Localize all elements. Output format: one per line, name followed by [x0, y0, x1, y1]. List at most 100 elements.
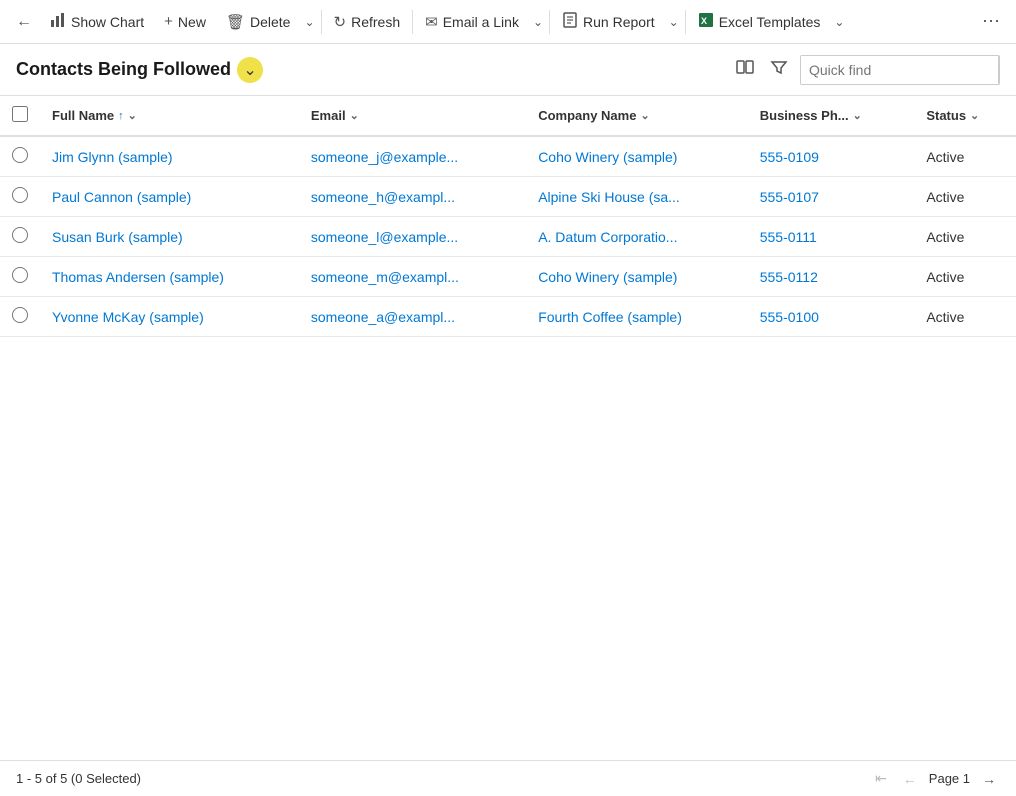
business-phone-link[interactable]: 555-0112	[760, 269, 818, 285]
excel-templates-label: Excel Templates	[719, 14, 821, 30]
divider-1	[321, 10, 322, 34]
table-row: Jim Glynn (sample) someone_j@example... …	[0, 136, 1016, 177]
trash-icon: 🗑	[226, 13, 245, 31]
row-status: Active	[914, 136, 1016, 177]
row-business-phone: 555-0111	[748, 217, 915, 257]
email-link[interactable]: someone_m@exampl...	[311, 269, 459, 285]
refresh-button[interactable]: ↻ Refresh	[324, 7, 411, 37]
business-phone-link[interactable]: 555-0107	[760, 189, 819, 205]
email-link[interactable]: someone_h@exampl...	[311, 189, 455, 205]
pager-first-button[interactable]: ⇤	[871, 768, 891, 789]
show-chart-label: Show Chart	[71, 14, 144, 30]
row-company-name: Coho Winery (sample)	[526, 136, 748, 177]
select-all-col	[0, 96, 40, 136]
excel-templates-button[interactable]: X Excel Templates	[688, 6, 831, 38]
col-status: Status ⌄	[914, 96, 1016, 136]
run-report-dropdown-button[interactable]: ⌄	[665, 9, 683, 35]
col-full-name: Full Name ↑ ⌄	[40, 96, 299, 136]
business-phone-link[interactable]: 555-0111	[760, 229, 817, 245]
row-radio[interactable]	[12, 147, 28, 163]
pager-next-button[interactable]: →	[978, 769, 1000, 789]
company-name-link[interactable]: Coho Winery (sample)	[538, 269, 677, 285]
row-radio[interactable]	[12, 267, 28, 283]
email-link[interactable]: someone_l@example...	[311, 229, 458, 245]
full-name-link[interactable]: Jim Glynn (sample)	[52, 149, 173, 165]
sort-asc-icon[interactable]: ↑	[118, 110, 124, 122]
company-name-link[interactable]: Alpine Ski House (sa...	[538, 189, 680, 205]
company-name-link[interactable]: Coho Winery (sample)	[538, 149, 677, 165]
record-info: 1 - 5 of 5 (0 Selected)	[16, 771, 141, 786]
row-business-phone: 555-0100	[748, 297, 915, 337]
quick-find-input[interactable]	[801, 56, 998, 84]
header-icons: 🔍	[732, 54, 1000, 85]
view-title-chevron[interactable]: ⌄	[237, 57, 263, 83]
excel-dropdown-button[interactable]: ⌄	[830, 9, 848, 35]
row-email: someone_h@exampl...	[299, 177, 526, 217]
delete-dropdown-button[interactable]: ⌄	[300, 9, 318, 35]
col-status-chevron[interactable]: ⌄	[970, 109, 979, 122]
col-company-name-chevron[interactable]: ⌄	[640, 109, 649, 122]
refresh-icon: ↻	[334, 13, 347, 31]
row-company-name: Alpine Ski House (sa...	[526, 177, 748, 217]
divider-3	[549, 10, 550, 34]
business-phone-link[interactable]: 555-0100	[760, 309, 819, 325]
plus-icon: +	[164, 13, 173, 30]
row-status: Active	[914, 217, 1016, 257]
table-header-row: Full Name ↑ ⌄ Email ⌄ Company Name ⌄	[0, 96, 1016, 136]
company-name-link[interactable]: A. Datum Corporatio...	[538, 229, 677, 245]
row-status: Active	[914, 257, 1016, 297]
row-check-col	[0, 217, 40, 257]
run-report-button[interactable]: Run Report	[552, 6, 665, 38]
business-phone-link[interactable]: 555-0109	[760, 149, 819, 165]
col-full-name-chevron[interactable]: ⌄	[128, 109, 137, 122]
svg-text:X: X	[701, 16, 707, 26]
pager-prev-button[interactable]: ←	[899, 769, 921, 789]
chart-icon	[50, 12, 66, 32]
divider-2	[412, 10, 413, 34]
full-name-link[interactable]: Susan Burk (sample)	[52, 229, 183, 245]
delete-button[interactable]: 🗑 Delete	[216, 7, 301, 37]
col-company-name-label: Company Name	[538, 108, 636, 123]
new-button[interactable]: + New	[154, 7, 216, 36]
col-full-name-label: Full Name	[52, 108, 114, 123]
email-icon: ✉	[425, 13, 438, 31]
col-email-chevron[interactable]: ⌄	[350, 109, 359, 122]
table-row: Thomas Andersen (sample) someone_m@examp…	[0, 257, 1016, 297]
row-business-phone: 555-0107	[748, 177, 915, 217]
row-radio[interactable]	[12, 227, 28, 243]
col-business-phone-chevron[interactable]: ⌄	[853, 109, 862, 122]
column-editor-button[interactable]	[732, 54, 758, 85]
row-radio[interactable]	[12, 307, 28, 323]
toolbar: ← Show Chart + New 🗑 Delete ⌄ ↻ Refresh …	[0, 0, 1016, 44]
row-radio[interactable]	[12, 187, 28, 203]
new-label: New	[178, 14, 206, 30]
full-name-link[interactable]: Yvonne McKay (sample)	[52, 309, 204, 325]
filter-button[interactable]	[766, 54, 792, 85]
more-button[interactable]: ⋯	[974, 5, 1008, 38]
view-title: Contacts Being Followed	[16, 59, 231, 80]
row-status: Active	[914, 177, 1016, 217]
row-company-name: A. Datum Corporatio...	[526, 217, 748, 257]
full-name-link[interactable]: Paul Cannon (sample)	[52, 189, 191, 205]
col-company-name: Company Name ⌄	[526, 96, 748, 136]
email-link[interactable]: someone_j@example...	[311, 149, 458, 165]
delete-label: Delete	[250, 14, 290, 30]
show-chart-button[interactable]: Show Chart	[40, 6, 154, 38]
col-business-phone: Business Ph... ⌄	[748, 96, 915, 136]
select-all-checkbox[interactable]	[12, 106, 28, 122]
row-company-name: Coho Winery (sample)	[526, 257, 748, 297]
quick-find-search-button[interactable]: 🔍	[998, 56, 1000, 84]
row-check-col	[0, 297, 40, 337]
email-link-dropdown-button[interactable]: ⌄	[529, 9, 547, 35]
back-button[interactable]: ←	[8, 7, 40, 37]
footer: 1 - 5 of 5 (0 Selected) ⇤ ← Page 1 →	[0, 760, 1016, 796]
row-email: someone_m@exampl...	[299, 257, 526, 297]
page-label: Page 1	[929, 771, 970, 786]
full-name-link[interactable]: Thomas Andersen (sample)	[52, 269, 224, 285]
col-email: Email ⌄	[299, 96, 526, 136]
run-report-label: Run Report	[583, 14, 655, 30]
company-name-link[interactable]: Fourth Coffee (sample)	[538, 309, 682, 325]
email-link-button[interactable]: ✉ Email a Link	[415, 7, 529, 37]
row-full-name: Paul Cannon (sample)	[40, 177, 299, 217]
email-link[interactable]: someone_a@exampl...	[311, 309, 455, 325]
